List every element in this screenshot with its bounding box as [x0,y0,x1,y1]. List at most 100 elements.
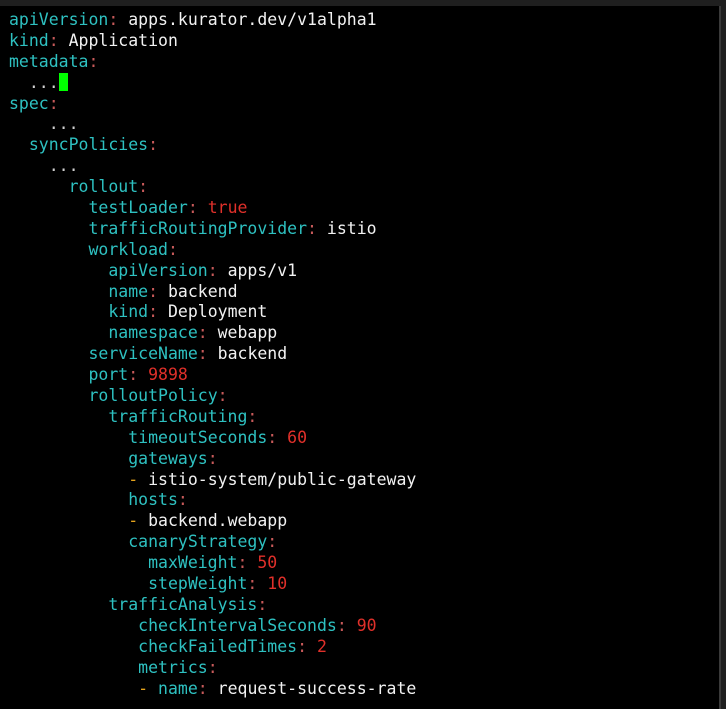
yaml-colon: : [148,302,159,322]
yaml-key: kind [9,30,49,50]
yaml-line: checkIntervalSeconds: 90 [9,616,416,637]
yaml-value: 2 [316,636,327,656]
yaml-colon: : [88,51,99,71]
yaml-key: apiVersion [9,10,109,29]
yaml-colon: : [138,177,149,197]
yaml-key: canaryStrategy [128,532,268,552]
yaml-value: request-success-rate [217,678,417,698]
yaml-line: kind: Application [9,31,416,52]
yaml-line: namespace: webapp [9,323,416,344]
yaml-colon: : [148,135,159,155]
yaml-colon: : [108,10,119,29]
yaml-colon: : [197,344,208,364]
yaml-key: spec [9,93,49,113]
yaml-key: apiVersion [108,260,208,280]
yaml-line: syncPolicies: [9,135,416,156]
yaml-key: stepWeight [148,574,248,594]
yaml-line: - istio-system/public-gateway [9,470,416,491]
yaml-colon: : [207,657,218,677]
yaml-colon: : [197,678,208,698]
yaml-line: trafficRoutingProvider: istio [9,219,416,240]
yaml-value: 90 [356,615,377,635]
yaml-line: metrics: [9,658,416,679]
terminal-window[interactable]: apiVersion: apps.kurator.dev/v1alpha1 kin… [0,6,721,709]
yaml-line: ... [9,72,416,94]
yaml-value: Application [68,30,178,50]
yaml-line: gateways: [9,449,416,470]
yaml-line: canaryStrategy: [9,532,416,553]
yaml-key: serviceName [88,344,198,364]
yaml-colon: : [167,239,178,259]
yaml-colon: : [128,365,139,385]
yaml-line: maxWeight: 50 [9,553,416,574]
yaml-key: timeoutSeconds [128,427,268,447]
yaml-colon: : [237,553,248,573]
yaml-key: namespace [108,323,198,343]
yaml-value: 10 [267,574,288,594]
yaml-key: checkFailedTimes [138,636,298,656]
yaml-line: metadata: [9,52,416,73]
text-cursor [58,72,68,91]
yaml-key: workload [88,239,168,259]
yaml-line: kind: Deployment [9,302,416,323]
yaml-list-value: backend.webapp [148,511,288,531]
yaml-colon: : [336,615,347,635]
yaml-key: maxWeight [148,553,238,573]
yaml-colon: : [307,218,317,238]
yaml-line: trafficRouting: [9,407,416,428]
yaml-line: - name: request-success-rate [9,679,416,700]
yaml-colon: : [48,93,59,113]
yaml-colon: : [48,30,59,50]
yaml-line: timeoutSeconds: 60 [9,428,416,449]
ellipsis: ... [28,72,59,92]
yaml-value: Deployment [167,302,268,322]
yaml-value: 9898 [148,365,188,385]
yaml-line: apiVersion: apps/v1 [9,261,416,282]
yaml-key: metadata [9,51,89,71]
yaml-colon: : [257,594,268,614]
yaml-colon: : [197,323,208,343]
yaml-value: backend [167,281,238,301]
yaml-value: webapp [217,323,278,343]
yaml-editor-content[interactable]: apiVersion: apps.kurator.dev/v1alpha1 kin… [9,10,416,699]
yaml-colon: : [207,260,218,280]
yaml-colon: : [187,198,198,218]
yaml-colon: : [177,490,188,510]
yaml-key: port [88,365,129,385]
yaml-value: 50 [257,553,278,573]
yaml-key: syncPolicies [28,135,149,155]
yaml-colon: : [148,281,159,301]
yaml-line: rollout: [9,177,416,198]
yaml-key: name [108,281,149,301]
yaml-value: apps.kurator.dev/v1alpha1 [128,10,377,29]
yaml-line: hosts: [9,490,416,511]
yaml-colon: : [247,406,258,426]
yaml-colon: : [267,427,278,447]
